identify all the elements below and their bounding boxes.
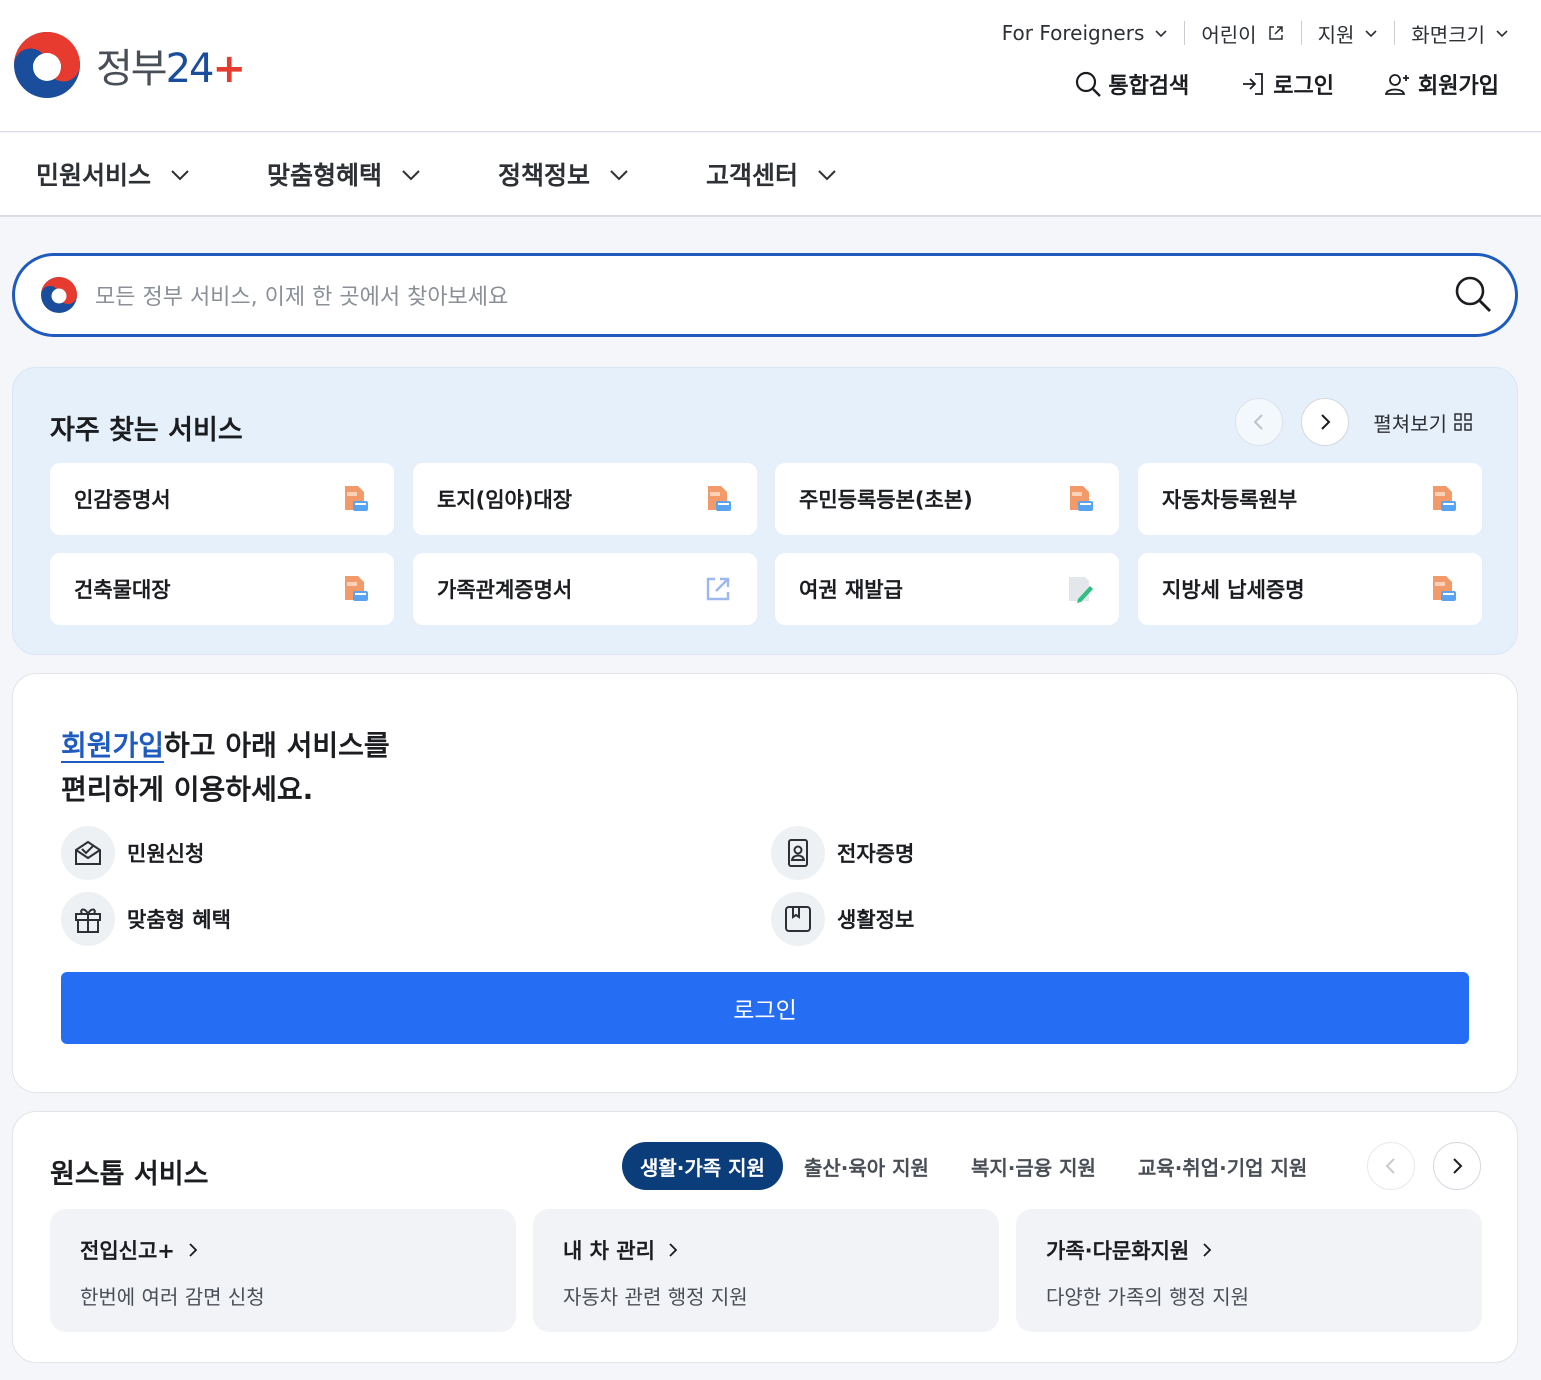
- feature-e-certificate: 전자증명: [771, 826, 914, 880]
- service-card-seal-certificate[interactable]: 인감증명서: [50, 463, 394, 535]
- kids-link[interactable]: 어린이: [1184, 21, 1300, 47]
- feature-civil-application: 민원신청: [61, 826, 204, 880]
- nav-policy-info[interactable]: 정책정보: [498, 156, 630, 192]
- service-card-family-certificate[interactable]: 가족관계증명서: [413, 553, 757, 625]
- taegeuk-logo-icon: [41, 277, 77, 313]
- chevron-down-icon: [402, 170, 420, 181]
- external-link-icon: [1268, 26, 1283, 40]
- search-input[interactable]: 모든 정부 서비스, 이제 한 곳에서 찾아보세요: [95, 279, 508, 311]
- tab-life-family[interactable]: 생활·가족 지원: [622, 1142, 783, 1190]
- gov24-logo[interactable]: 정부24+: [12, 30, 246, 100]
- onestop-tabs: 생활·가족 지원 출산·육아 지원 복지·금융 지원 교육·취업·기업 지원: [622, 1142, 1328, 1190]
- main-nav: 민원서비스 맞춤형혜택 정책정보 고객센터: [0, 133, 1541, 217]
- bookmark-icon: [771, 892, 825, 946]
- pdf-icon: [1070, 486, 1093, 511]
- feature-life-info: 생활정보: [771, 892, 914, 946]
- nav-civil-services[interactable]: 민원서비스: [36, 156, 191, 192]
- mail-icon: [61, 826, 115, 880]
- service-card-passport-reissue[interactable]: 여권 재발급: [775, 553, 1119, 625]
- grid-icon: [1454, 413, 1472, 431]
- next-button[interactable]: [1301, 398, 1350, 446]
- pdf-icon: [345, 486, 368, 511]
- spread-view-button[interactable]: 펼쳐보기: [1373, 408, 1473, 437]
- signup-promo-panel: 회원가입하고 아래 서비스를 편리하게 이용하세요. 민원신청 전자증명 맞춤형…: [12, 673, 1518, 1093]
- logo-text: 정부24+: [96, 46, 246, 92]
- nav-custom-benefits[interactable]: 맞춤형혜택: [267, 156, 422, 192]
- onestop-card-move-in[interactable]: 전입신고+ 한번에 여러 감면 신청: [50, 1209, 516, 1332]
- frequent-services-nav: 펼쳐보기: [1217, 398, 1473, 446]
- pdf-icon: [1433, 486, 1456, 511]
- signup-highlight-link[interactable]: 회원가입: [61, 729, 164, 762]
- onestop-card-my-car[interactable]: 내 차 관리 자동차 관련 행정 지원: [533, 1209, 999, 1332]
- integrated-search-button[interactable]: 통합검색: [1074, 68, 1189, 100]
- search-icon: [1076, 71, 1102, 97]
- tab-education-employment[interactable]: 교육·취업·기업 지원: [1117, 1142, 1328, 1190]
- frequent-services-panel: 자주 찾는 서비스 펼쳐보기 인감증명서 토지(임야)대장 주민등록등본(초본)…: [12, 367, 1518, 655]
- chevron-down-icon: [1155, 30, 1167, 38]
- chevron-right-icon: [1321, 414, 1331, 430]
- main-search-bar[interactable]: 모든 정부 서비스, 이제 한 곳에서 찾아보세요: [12, 253, 1518, 337]
- external-link-icon: [706, 577, 730, 601]
- screen-size-menu[interactable]: 화면크기: [1394, 21, 1509, 47]
- tab-welfare-finance[interactable]: 복지·금융 지원: [950, 1142, 1117, 1190]
- service-card-building-register[interactable]: 건축물대장: [50, 553, 394, 625]
- for-foreigners-menu[interactable]: For Foreigners: [986, 21, 1185, 45]
- prev-button[interactable]: [1367, 1142, 1415, 1190]
- pdf-icon: [708, 486, 731, 511]
- chevron-right-icon: [669, 1243, 678, 1257]
- service-card-local-tax-certificate[interactable]: 지방세 납세증명: [1138, 553, 1482, 625]
- login-button[interactable]: 로그인: [61, 972, 1469, 1044]
- chevron-down-icon: [171, 170, 189, 181]
- service-card-vehicle-register[interactable]: 자동차등록원부: [1138, 463, 1482, 535]
- chevron-down-icon: [818, 170, 836, 181]
- service-card-resident-register[interactable]: 주민등록등본(초본): [775, 463, 1119, 535]
- chevron-down-icon: [1365, 30, 1377, 38]
- next-button[interactable]: [1433, 1142, 1481, 1190]
- edit-icon: [1069, 577, 1093, 603]
- tab-birth-childcare[interactable]: 출산·육아 지원: [783, 1142, 950, 1190]
- frequent-services-title: 자주 찾는 서비스: [50, 415, 243, 446]
- signup-promo-text: 회원가입하고 아래 서비스를 편리하게 이용하세요.: [61, 729, 390, 806]
- support-menu[interactable]: 지원: [1300, 21, 1395, 47]
- chevron-down-icon: [1496, 30, 1508, 38]
- chevron-right-icon: [1203, 1243, 1212, 1257]
- pdf-icon: [345, 576, 368, 601]
- id-card-icon: [771, 826, 825, 880]
- login-icon: [1243, 73, 1264, 95]
- onestop-nav: [1349, 1142, 1481, 1190]
- search-icon[interactable]: [1453, 274, 1493, 314]
- chevron-left-icon: [1385, 1158, 1395, 1174]
- taegeuk-logo-icon: [14, 32, 80, 98]
- service-card-land-register[interactable]: 토지(임야)대장: [413, 463, 757, 535]
- site-header: 정부24+ For Foreigners 어린이 지원 화면크기 통합검색 로그…: [0, 0, 1541, 132]
- onestop-services-panel: 원스톱 서비스 생활·가족 지원 출산·육아 지원 복지·금융 지원 교육·취업…: [12, 1111, 1518, 1363]
- chevron-right-icon: [1453, 1158, 1463, 1174]
- onestop-card-family-multicultural[interactable]: 가족·다문화지원 다양한 가족의 행정 지원: [1016, 1209, 1482, 1332]
- feature-custom-benefits: 맞춤형 혜택: [61, 892, 231, 946]
- utility-nav: For Foreigners 어린이 지원 화면크기: [986, 18, 1509, 48]
- login-link[interactable]: 로그인: [1239, 68, 1334, 100]
- onestop-title: 원스톱 서비스: [50, 1159, 209, 1190]
- chevron-right-icon: [189, 1243, 198, 1257]
- signup-link[interactable]: 회원가입: [1384, 68, 1499, 100]
- chevron-left-icon: [1253, 414, 1264, 430]
- pdf-icon: [1433, 576, 1456, 601]
- prev-button[interactable]: [1235, 398, 1284, 446]
- chevron-down-icon: [610, 170, 628, 181]
- gift-icon: [61, 892, 115, 946]
- user-plus-icon: [1384, 74, 1410, 95]
- header-actions: 통합검색 로그인 회원가입: [1024, 68, 1499, 100]
- nav-customer-center[interactable]: 고객센터: [706, 156, 838, 192]
